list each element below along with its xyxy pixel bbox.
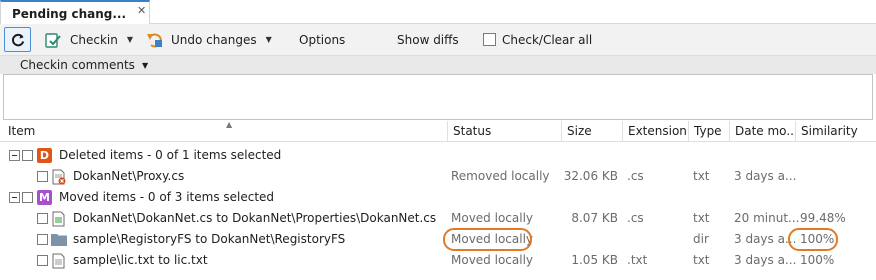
moved-badge-icon: M [37, 190, 52, 205]
tab-strip: Pending chang... ✕ [0, 0, 876, 25]
type-text: txt [693, 211, 710, 225]
date-text: 3 days a... [734, 253, 797, 267]
checkin-comments-label: Checkin comments [20, 58, 135, 72]
collapse-icon[interactable] [9, 150, 20, 161]
group-label: Moved items - 0 of 3 items selected [59, 190, 275, 204]
undo-changes-label: Undo changes [171, 32, 257, 47]
item-name: DokanNet\DokanNet.cs to DokanNet\Propert… [73, 211, 437, 225]
column-header-row: Item ▲ Status Size Extension Type Date m… [0, 120, 876, 142]
group-row-moved[interactable]: M Moved items - 0 of 3 items selected [0, 187, 876, 208]
folder-icon [51, 234, 67, 246]
type-text: txt [693, 253, 710, 267]
size-text: 32.06 KB [563, 169, 618, 183]
checkin-icon [45, 32, 61, 48]
item-name: sample\RegistoryFS to DokanNet\Registory… [73, 232, 346, 246]
show-diffs-button[interactable]: Show diffs [397, 24, 459, 55]
similarity-text: 100% [800, 253, 835, 267]
table-row[interactable]: sample\RegistoryFS to DokanNet\Registory… [0, 228, 876, 251]
extension-text: .cs [627, 211, 644, 225]
date-text: 3 days a... [734, 232, 797, 246]
column-type[interactable]: Type [688, 121, 729, 142]
checkin-comments-input[interactable] [3, 74, 873, 120]
column-status[interactable]: Status [447, 121, 561, 142]
check-clear-all-checkbox[interactable] [483, 33, 496, 46]
extension-text: .txt [627, 253, 648, 267]
toolbar: Checkin ▼ Undo changes ▼ Options Show di… [0, 24, 876, 55]
size-text: 1.05 KB [571, 253, 618, 267]
column-item[interactable]: Item [3, 121, 447, 142]
row-checkbox[interactable] [37, 213, 48, 224]
show-diffs-label: Show diffs [397, 32, 459, 47]
column-size[interactable]: Size [561, 121, 622, 142]
undo-changes-button[interactable]: Undo changes ▼ [146, 24, 272, 55]
deleted-badge-icon: D [37, 148, 52, 163]
checkin-comments-header[interactable]: Checkin comments ▼ [0, 55, 876, 74]
item-name: sample\lic.txt to lic.txt [73, 253, 208, 267]
type-text: dir [693, 232, 709, 246]
date-text: 3 days a... [734, 169, 797, 183]
status-text: Moved locally [451, 232, 534, 246]
group-checkbox[interactable] [22, 192, 33, 203]
size-text: 8.07 KB [571, 211, 618, 225]
sort-ascending-icon: ▲ [226, 120, 233, 129]
check-clear-all-toggle[interactable]: Check/Clear all [483, 24, 592, 55]
group-checkbox[interactable] [22, 150, 33, 161]
table-row[interactable]: DokanNet\Proxy.cs Removed locally 32.06 … [0, 166, 876, 187]
deleted-file-icon [52, 169, 66, 185]
chevron-down-icon[interactable]: ▼ [127, 35, 133, 44]
file-icon [52, 211, 65, 227]
refresh-icon [11, 33, 24, 46]
checkin-label: Checkin [70, 32, 118, 47]
row-checkbox[interactable] [37, 171, 48, 182]
size-text [561, 229, 618, 250]
status-text: Moved locally [451, 253, 534, 267]
status-text: Moved locally [451, 211, 534, 225]
check-clear-all-label: Check/Clear all [502, 32, 593, 47]
tab-pending-changes[interactable]: Pending chang... [0, 0, 150, 25]
item-name: DokanNet\Proxy.cs [73, 169, 185, 183]
refresh-button[interactable] [4, 27, 31, 52]
status-text: Removed locally [451, 169, 550, 183]
text-file-icon [52, 253, 65, 269]
group-row-deleted[interactable]: D Deleted items - 0 of 1 items selected [0, 145, 876, 166]
tab-title: Pending chang... [12, 6, 127, 21]
column-extension[interactable]: Extension [622, 121, 688, 142]
similarity-text: 100% [800, 232, 835, 246]
group-label: Deleted items - 0 of 1 items selected [59, 148, 282, 162]
date-text: 20 minut... [734, 211, 800, 225]
extension-text: .cs [627, 169, 644, 183]
close-icon[interactable]: ✕ [137, 4, 146, 17]
collapse-icon[interactable] [9, 192, 20, 203]
options-button[interactable]: Options [299, 24, 345, 55]
type-text: txt [693, 169, 710, 183]
column-similarity[interactable]: Similarity [795, 121, 876, 142]
row-checkbox[interactable] [37, 255, 48, 266]
column-date-modified[interactable]: Date mo... [729, 121, 795, 142]
options-label: Options [299, 32, 346, 47]
undo-icon [147, 32, 162, 47]
row-checkbox[interactable] [37, 234, 48, 245]
table-row[interactable]: DokanNet\DokanNet.cs to DokanNet\Propert… [0, 208, 876, 229]
similarity-text: 99.48% [800, 211, 846, 225]
chevron-down-icon[interactable]: ▼ [142, 61, 148, 70]
checkin-button[interactable]: Checkin ▼ [44, 24, 133, 55]
table-row[interactable]: sample\lic.txt to lic.txt Moved locally … [0, 250, 876, 271]
chevron-down-icon[interactable]: ▼ [266, 35, 272, 44]
